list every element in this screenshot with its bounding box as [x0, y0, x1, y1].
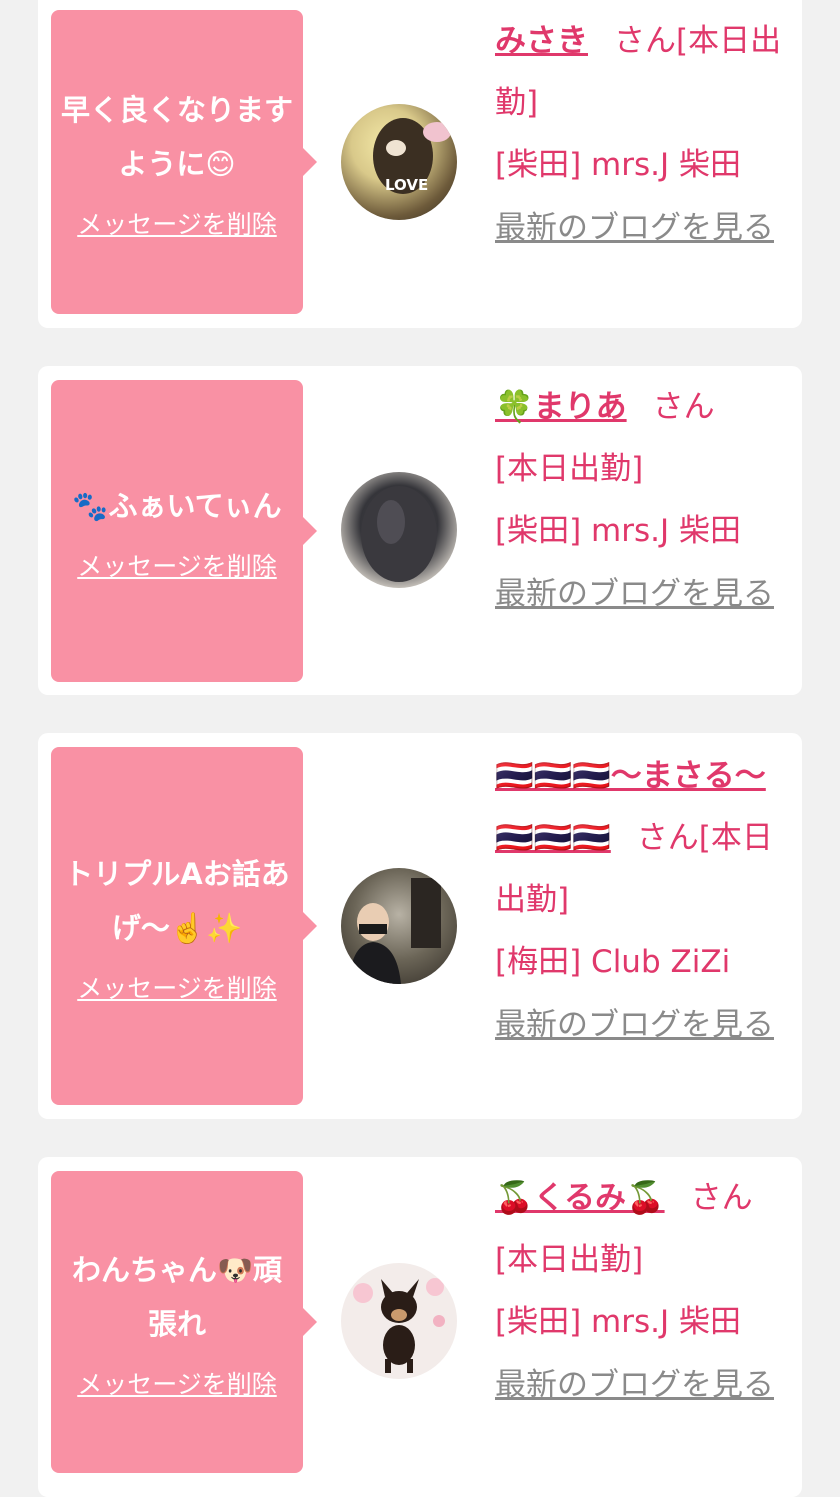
latest-blog-link[interactable]: 最新のブログを見る — [495, 1367, 774, 1403]
message-bubble: 🐾ふぁいてぃん メッセージを削除 — [51, 380, 317, 682]
store-name: [柴田] mrs.J 柴田 — [495, 1304, 741, 1340]
avatar-image — [349, 878, 441, 984]
message-card: わんちゃん🐶頑張れ メッセージを削除 🍒くるみ🍒 さん [本日出勤] [柴田] m… — [38, 1157, 802, 1497]
message-bubble: 早く良くなりますように😊 メッセージを削除 — [51, 10, 317, 314]
delete-message-link[interactable]: メッセージを削除 — [77, 547, 277, 583]
svg-text:LOVE: LOVE — [385, 176, 428, 194]
latest-blog-link[interactable]: 最新のブログを見る — [495, 210, 774, 246]
honorific: さん — [690, 1180, 753, 1216]
latest-blog-link[interactable]: 最新のブログを見る — [495, 1007, 774, 1043]
cast-info: 🍀まりあ さん [本日出勤] [柴田] mrs.J 柴田 最新のブログを見る — [495, 376, 785, 622]
store-name: [柴田] mrs.J 柴田 — [495, 147, 741, 183]
latest-blog-link[interactable]: 最新のブログを見る — [495, 576, 774, 612]
honorific: さん — [652, 389, 715, 425]
message-text: トリプルAお話あげ〜☝️✨ — [64, 857, 290, 945]
avatar[interactable] — [341, 472, 457, 588]
avatar[interactable] — [341, 868, 457, 984]
message-text: わんちゃん🐶頑張れ — [71, 1253, 283, 1341]
delete-message-link[interactable]: メッセージを削除 — [77, 1365, 277, 1401]
avatar-image — [353, 1278, 445, 1373]
cast-info: 🍒くるみ🍒 さん [本日出勤] [柴田] mrs.J 柴田 最新のブログを見る — [495, 1167, 785, 1413]
message-text: 🐾ふぁいてぃん — [72, 489, 282, 523]
message-card: 🐾ふぁいてぃん メッセージを削除 🍀まりあ さん [本日出勤] [柴田] mrs.… — [38, 366, 802, 695]
cast-info: 🇹🇭🇹🇭🇹🇭〜まさる〜🇹🇭🇹🇭🇹🇭 さん[本日出勤] [梅田] Club ZiZi… — [495, 745, 785, 1053]
message-bubble: わんちゃん🐶頑張れ メッセージを削除 — [51, 1171, 317, 1473]
delete-message-link[interactable]: メッセージを削除 — [77, 969, 277, 1005]
avatar[interactable] — [341, 1263, 457, 1379]
store-name: [梅田] Club ZiZi — [495, 944, 731, 980]
page: { "cards": [ { "message": "早く良くなりますように😊"… — [0, 0, 840, 1497]
cast-name-link[interactable]: みさき — [495, 23, 588, 59]
attendance-status: [本日出勤] — [495, 1242, 644, 1278]
avatar-image — [361, 486, 437, 582]
message-card: トリプルAお話あげ〜☝️✨ メッセージを削除 🇹🇭🇹🇭🇹🇭〜まさる〜🇹🇭🇹🇭🇹🇭… — [38, 733, 802, 1119]
cast-name-link[interactable]: 🍀まりあ — [495, 389, 627, 425]
store-name: [柴田] mrs.J 柴田 — [495, 513, 741, 549]
attendance-status: [本日出勤] — [495, 451, 644, 487]
cast-info: みさき さん[本日出勤] [柴田] mrs.J 柴田 最新のブログを見る — [495, 10, 785, 256]
avatar-image: LOVE — [373, 118, 451, 194]
message-card: 早く良くなりますように😊 メッセージを削除 LOVE みさき さん[本日出勤] [… — [38, 0, 802, 328]
honorific: さん — [614, 23, 676, 59]
honorific: さん — [636, 820, 699, 856]
message-text: 早く良くなりますように😊 — [61, 93, 294, 181]
delete-message-link[interactable]: メッセージを削除 — [77, 205, 277, 241]
avatar[interactable]: LOVE — [341, 104, 457, 220]
message-bubble: トリプルAお話あげ〜☝️✨ メッセージを削除 — [51, 747, 317, 1105]
cast-name-link[interactable]: 🍒くるみ🍒 — [495, 1180, 665, 1216]
